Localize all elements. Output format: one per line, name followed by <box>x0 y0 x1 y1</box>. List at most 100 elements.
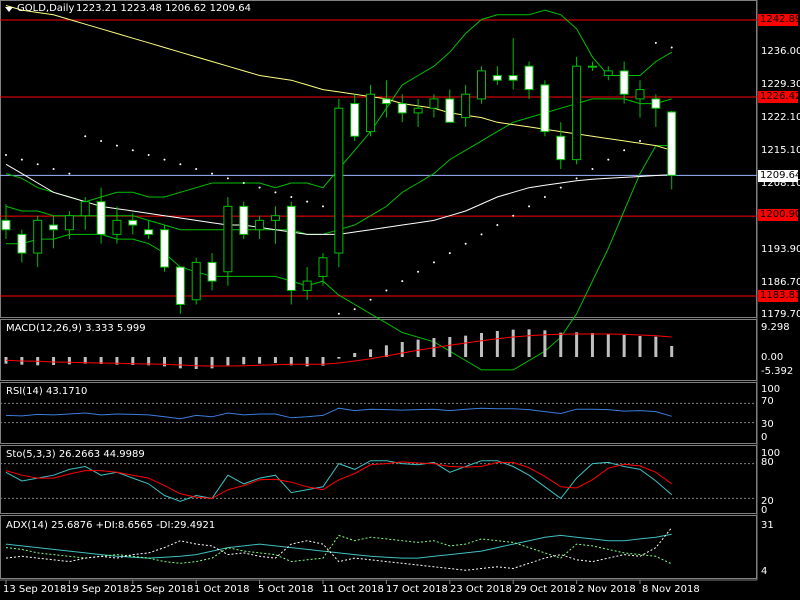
psar-dot <box>68 172 71 175</box>
psar-dot <box>607 158 610 161</box>
psar-dot <box>258 186 261 189</box>
candle-body <box>350 103 360 137</box>
psar-dot <box>306 200 309 203</box>
hline-price-tag: 1200.90 <box>758 209 800 221</box>
candle-body <box>96 201 106 235</box>
candle-body <box>318 257 328 277</box>
macd-bar <box>590 332 594 357</box>
psar-dot <box>528 205 531 208</box>
psar-dot <box>639 139 641 142</box>
candle-body <box>429 98 439 109</box>
candle-body <box>270 215 280 221</box>
psar-dot <box>337 312 340 315</box>
macd-bar <box>210 357 214 369</box>
macd-bar <box>527 329 531 357</box>
candle-body <box>397 103 407 114</box>
sto-axis-label: 0 <box>761 505 768 516</box>
panel-frame <box>0 0 757 318</box>
psar-dot <box>115 144 118 147</box>
sto-k-line <box>5 460 673 502</box>
candle-body <box>80 201 90 217</box>
psar-dot <box>84 135 87 138</box>
price-axis-label: 1215.10 <box>761 145 800 156</box>
candle-body <box>334 107 344 254</box>
candle-body <box>445 98 455 123</box>
date-axis-label: 2 Nov 2018 <box>578 584 636 595</box>
macd-bar <box>258 357 262 364</box>
macd-bar <box>242 357 246 365</box>
macd-bar <box>448 336 452 357</box>
psar-dot <box>20 158 23 161</box>
hline-price-tag: 1242.89 <box>758 14 800 26</box>
price-axis-label: 1229.30 <box>761 79 800 90</box>
macd-title: MACD(12,26,9) 3.333 5.999 <box>6 323 146 334</box>
candle-body <box>160 229 169 268</box>
psar-dot <box>654 41 657 44</box>
macd-bar <box>273 357 277 364</box>
adx-title: ADX(14) 25.6876 +DI:8.6565 -DI:29.4921 <box>6 520 216 531</box>
psar-dot <box>5 153 7 156</box>
psar-dot <box>242 181 245 184</box>
candle-body <box>556 135 566 161</box>
sto-d-line <box>5 461 672 499</box>
macd-bar <box>337 357 341 359</box>
psar-dot <box>591 167 594 170</box>
date-axis-label: 8 Nov 2018 <box>642 584 700 595</box>
candle-body <box>1 219 11 231</box>
macd-bar <box>622 334 626 357</box>
psar-dot <box>417 270 420 273</box>
psar-dot <box>211 172 214 175</box>
date-axis-label: 11 Oct 2018 <box>322 584 384 595</box>
candle-body <box>49 224 59 231</box>
macd-bar <box>52 357 56 366</box>
candle-body <box>112 219 122 235</box>
adx-axis-label: 4 <box>761 566 768 577</box>
macd-bar <box>353 352 357 357</box>
psar-dot <box>52 167 55 170</box>
candle-body <box>223 205 233 273</box>
candle-body <box>477 70 486 100</box>
date-axis-label: 13 Sep 2018 <box>3 584 67 595</box>
adx-axis-label: 31 <box>761 520 774 531</box>
psar-dot <box>623 149 626 152</box>
candle-body <box>207 261 217 282</box>
date-axis-label: 29 Oct 2018 <box>514 584 576 595</box>
psar-dot <box>353 308 356 311</box>
macd-bar <box>511 329 515 357</box>
candle-body <box>603 70 613 77</box>
macd-bar <box>575 332 579 357</box>
psar-dot <box>575 177 578 180</box>
macd-axis-label: -5.392 <box>761 366 794 377</box>
candle-body <box>667 111 677 176</box>
ohlc-readout: 1223.21 1223.48 1206.62 1209.64 <box>76 3 251 14</box>
stochastic-title: Sto(5,3,3) 26.2663 44.9989 <box>6 449 145 460</box>
macd-bar <box>384 345 388 357</box>
chart-title: GOLD,Daily <box>17 3 75 14</box>
candle-body <box>540 84 550 133</box>
candle-body <box>619 70 629 95</box>
macd-axis-label: 0.00 <box>761 352 784 363</box>
dropdown-arrow-icon[interactable] <box>5 7 13 12</box>
macd-bar <box>480 332 483 357</box>
price-axis-label: 1236.00 <box>761 46 800 57</box>
rsi-line <box>5 407 672 420</box>
rsi-axis-label: 100 <box>761 384 781 395</box>
date-axis-label: 17 Oct 2018 <box>386 584 448 595</box>
plus-di-line <box>5 534 672 565</box>
adx-line <box>5 533 672 559</box>
macd-bar <box>559 332 563 357</box>
psar-dot <box>274 191 277 194</box>
psar-dot <box>670 46 673 49</box>
psar-dot <box>36 163 39 166</box>
macd-bar <box>654 336 658 357</box>
hline-price-tag: 1226.42 <box>758 91 800 103</box>
price-axis-label: 1186.70 <box>761 277 800 288</box>
date-axis-label: 25 Sep 2018 <box>130 584 194 595</box>
psar-dot <box>179 163 182 166</box>
macd-bar <box>178 357 182 369</box>
psar-dot <box>385 289 388 292</box>
candle-body <box>413 107 423 114</box>
macd-bar <box>416 339 420 357</box>
hline-price-tag: 1183.81 <box>758 290 800 302</box>
macd-bar <box>369 349 373 357</box>
